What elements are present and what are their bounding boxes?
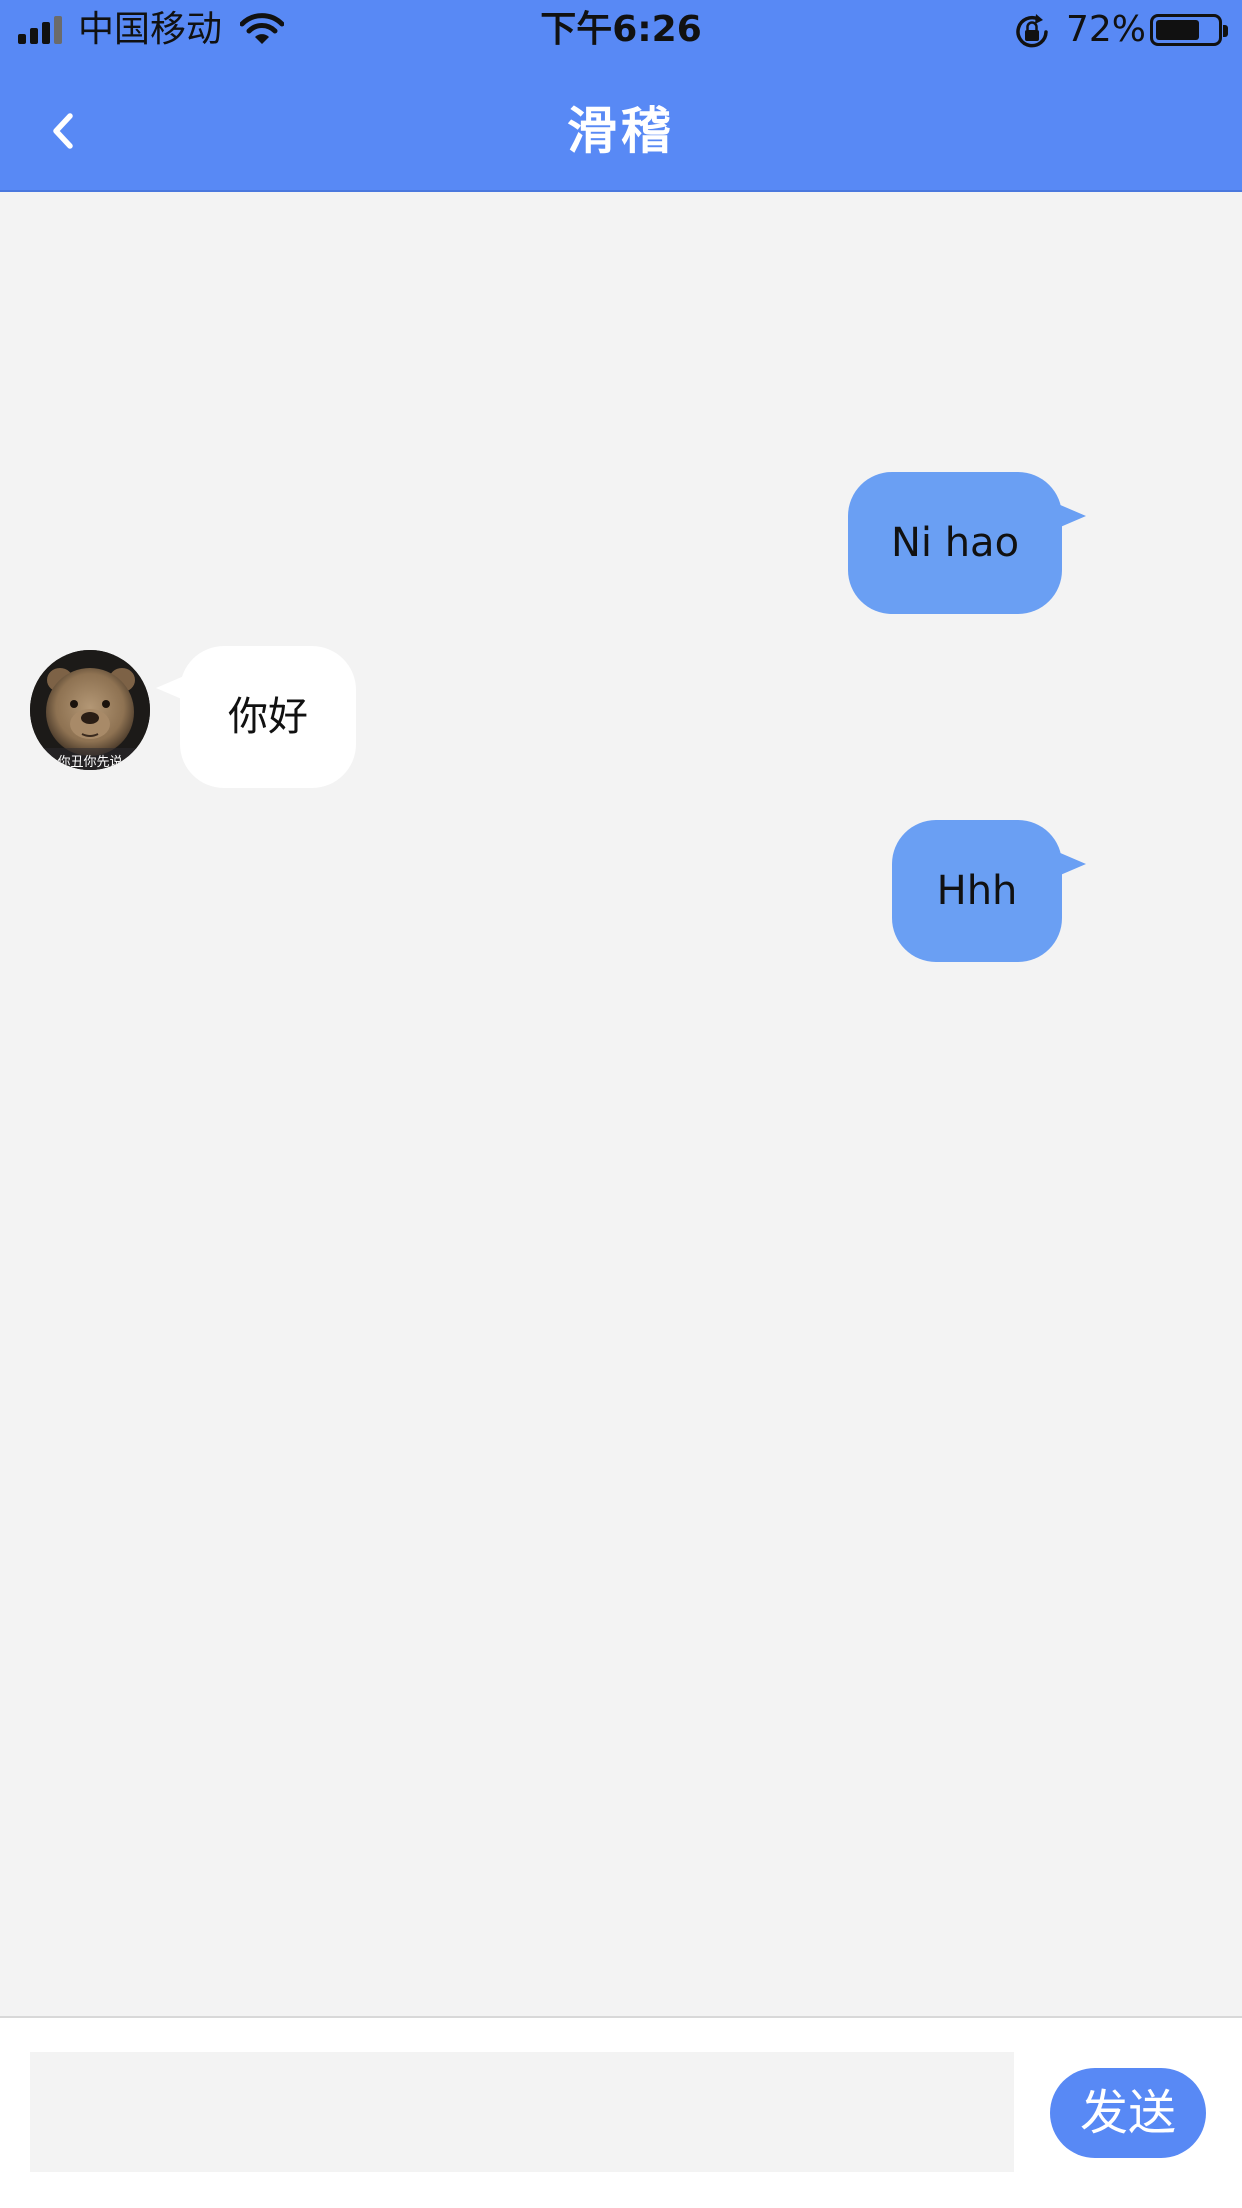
battery-percent: 72% xyxy=(1066,9,1147,50)
bubble-tail xyxy=(1058,852,1086,876)
battery-fill xyxy=(1156,20,1199,40)
avatar-caption: 你丑你先说 xyxy=(57,755,122,770)
message-composer: 发送 xyxy=(0,2016,1242,2208)
send-button[interactable]: 发送 xyxy=(1050,2068,1206,2158)
message-input[interactable] xyxy=(30,2052,1014,2172)
rotation-lock-icon xyxy=(1016,14,1048,48)
message-bubble-incoming[interactable]: 你好 xyxy=(180,646,356,788)
teddy-bear-avatar-image: 你丑你先说 xyxy=(30,650,150,770)
message-bubble-outgoing[interactable]: Hhh xyxy=(892,820,1062,962)
status-bar: 中国移动 下午6:26 72% xyxy=(0,0,1242,62)
message-text: Ni hao xyxy=(890,520,1020,566)
page-title: 滑稽 xyxy=(567,102,675,160)
avatar[interactable]: 你丑你先说 xyxy=(30,650,150,770)
chat-screen: 中国移动 下午6:26 72% 滑稽 Ni hao 你丑你先说 你好 Hhh 发… xyxy=(0,0,1242,2208)
battery-nub xyxy=(1223,25,1228,37)
status-time: 下午6:26 xyxy=(540,9,702,50)
message-text: Hhh xyxy=(936,868,1018,914)
message-bubble-outgoing[interactable]: Ni hao xyxy=(848,472,1062,614)
top-bar: 中国移动 下午6:26 72% 滑稽 xyxy=(0,0,1242,192)
bubble-tail xyxy=(1058,504,1086,528)
battery-icon xyxy=(1150,14,1228,46)
message-text: 你好 xyxy=(228,694,308,740)
